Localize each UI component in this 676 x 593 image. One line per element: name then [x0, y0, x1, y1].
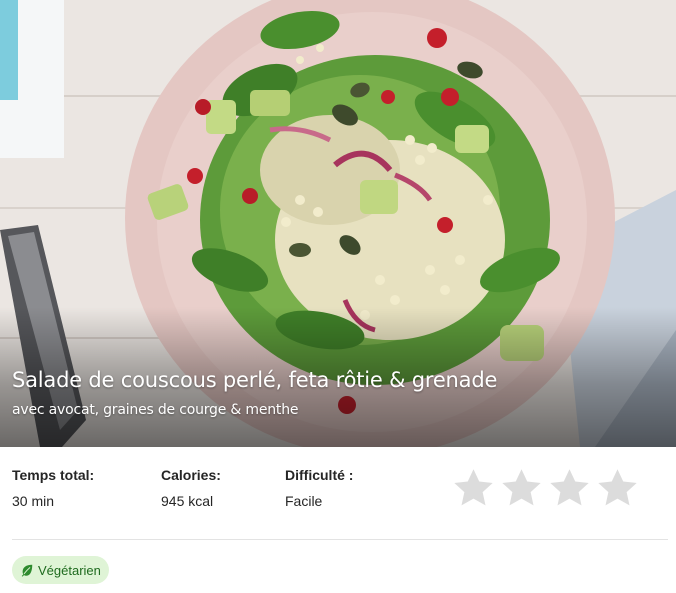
- difficulty-value: Facile: [285, 493, 323, 509]
- total-time-value: 30 min: [12, 493, 55, 509]
- calories-label: Calories:: [161, 467, 221, 483]
- star-icon-3[interactable]: [548, 465, 591, 511]
- calories-stat: Calories: 945 kcal: [161, 467, 221, 509]
- vegetarian-tag[interactable]: Végétarien: [12, 556, 109, 584]
- vegetarian-tag-label: Végétarien: [38, 562, 101, 578]
- star-icon-2[interactable]: [500, 465, 543, 511]
- total-time-stat: Temps total: 30 min: [12, 467, 94, 509]
- calories-value: 945 kcal: [161, 493, 214, 509]
- difficulty-label: Difficulté :: [285, 467, 354, 483]
- star-icon-4[interactable]: [596, 465, 639, 511]
- recipe-title: Salade de couscous perlé, feta rôtie & g…: [12, 368, 498, 392]
- difficulty-stat: Difficulté : Facile: [285, 467, 353, 509]
- leaf-icon: [21, 564, 33, 577]
- section-divider: [12, 539, 668, 540]
- recipe-info-row: Temps total: 30 min Calories: 945 kcal D…: [0, 447, 676, 539]
- total-time-label: Temps total:: [12, 467, 95, 483]
- recipe-hero-image: Salade de couscous perlé, feta rôtie & g…: [0, 0, 676, 447]
- star-icon-1[interactable]: [452, 465, 495, 511]
- star-rating[interactable]: [452, 465, 639, 515]
- recipe-subtitle: avec avocat, graines de courge & menthe: [12, 402, 299, 418]
